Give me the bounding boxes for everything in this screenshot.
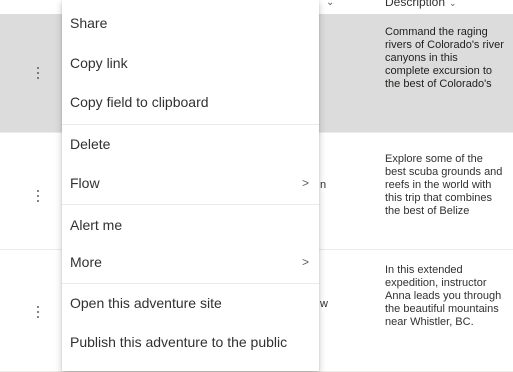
column-header-description-label: Description xyxy=(385,0,446,9)
menu-item-alert-me[interactable]: Alert me xyxy=(62,206,319,244)
menu-item-publish-adventure[interactable]: Publish this adventure to the public xyxy=(62,323,319,361)
chevron-right-icon: > xyxy=(302,255,310,269)
menu-item-flow[interactable]: Flow > xyxy=(62,164,319,202)
row-description: In this extended expedition, instructor … xyxy=(385,264,502,328)
menu-item-label: Publish this adventure to the public xyxy=(70,334,288,350)
row-description: Explore some of the best scuba grounds a… xyxy=(385,153,503,217)
menu-item-label: Copy field to clipboard xyxy=(70,94,209,110)
menu-item-delete[interactable]: Delete xyxy=(62,125,319,163)
menu-item-share[interactable]: Share xyxy=(62,4,319,42)
menu-item-label: Open this adventure site xyxy=(70,295,222,311)
chevron-right-icon: > xyxy=(302,176,310,190)
more-actions-icon[interactable] xyxy=(33,67,43,82)
chevron-down-icon: ⌄ xyxy=(449,0,457,8)
row-title-fragment: w xyxy=(320,298,328,310)
menu-item-label: Share xyxy=(70,15,108,31)
menu-item-copy-link[interactable]: Copy link xyxy=(62,44,319,82)
menu-item-more[interactable]: More > xyxy=(62,243,319,281)
row-description: Command the raging rivers of Colorado's … xyxy=(385,26,504,90)
menu-divider xyxy=(62,204,319,205)
column-header-description[interactable]: Description ⌄ xyxy=(385,0,457,9)
row-title-fragment: n xyxy=(320,179,327,191)
menu-item-label: Copy link xyxy=(70,55,128,71)
sort-chevron-icon[interactable]: ⌄ xyxy=(326,0,334,8)
menu-item-copy-field[interactable]: Copy field to clipboard xyxy=(62,83,319,121)
menu-item-label: Delete xyxy=(70,136,111,152)
menu-item-label: More xyxy=(70,254,102,270)
more-actions-icon[interactable] xyxy=(33,190,43,205)
menu-item-label: Alert me xyxy=(70,217,123,233)
context-menu: Share Copy link Copy field to clipboard … xyxy=(62,0,319,371)
menu-item-label: Flow xyxy=(70,175,100,191)
menu-item-open-adventure-site[interactable]: Open this adventure site xyxy=(62,284,319,322)
more-actions-icon[interactable] xyxy=(33,306,43,321)
